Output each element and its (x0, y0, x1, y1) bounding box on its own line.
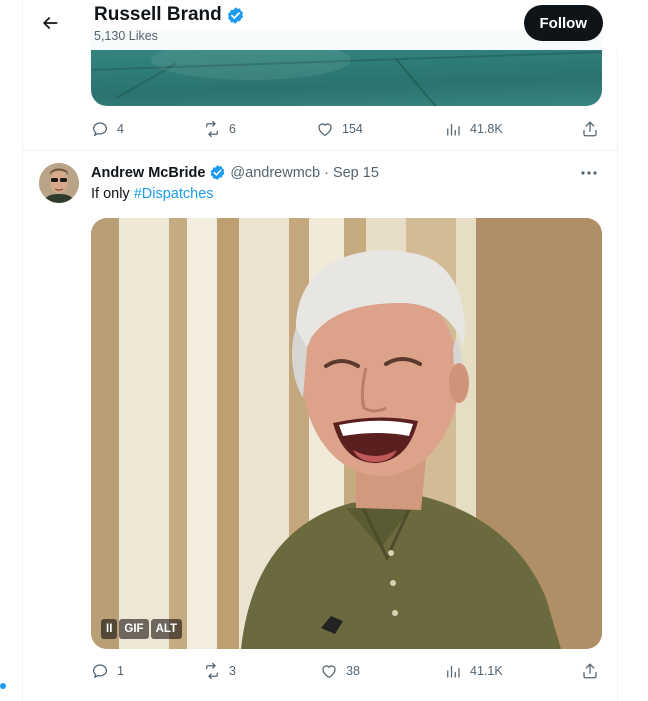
hashtag-link[interactable]: #Dispatches (134, 186, 214, 202)
retweet-count: 3 (229, 664, 236, 678)
author-handle[interactable]: @andrewmcb (230, 165, 320, 181)
tweet-date[interactable]: Sep 15 (333, 165, 379, 181)
gif-badge: GIF (119, 619, 149, 639)
profile-header: Russell Brand 5,130 Likes Follow (23, 0, 619, 50)
tweet-divider (23, 150, 619, 151)
retweet-button[interactable]: 3 (203, 660, 236, 682)
profile-name: Russell Brand (94, 4, 245, 26)
meta-separator: · (324, 164, 329, 181)
share-button[interactable] (581, 660, 599, 682)
views-button[interactable]: 41.1K (444, 660, 503, 682)
avatar[interactable] (39, 163, 79, 203)
unread-indicator (0, 683, 6, 689)
views-count: 41.8K (470, 122, 503, 136)
pause-button[interactable]: II (101, 619, 118, 639)
tweet-header: Andrew McBride @andrewmcb · Sep 15 (91, 164, 379, 181)
views-count: 41.1K (470, 664, 503, 678)
retweet-button[interactable]: 6 (203, 118, 236, 140)
retweet-icon (206, 662, 218, 680)
author-name[interactable]: Andrew McBride (91, 165, 205, 181)
like-button[interactable]: 38 (320, 660, 360, 682)
reply-icon (92, 664, 108, 679)
reply-button[interactable]: 4 (91, 118, 124, 140)
profile-name-text: Russell Brand (94, 4, 222, 25)
like-icon (318, 123, 332, 137)
views-icon (447, 665, 460, 678)
tweet-text-body: If only (91, 186, 130, 202)
gif-frame-person (241, 250, 561, 649)
more-options-button[interactable] (577, 163, 601, 183)
reply-icon (92, 122, 108, 137)
like-count: 154 (342, 122, 363, 136)
gif-badges: II GIF ALT (101, 619, 183, 639)
like-icon (322, 665, 336, 679)
like-count: 38 (346, 664, 360, 678)
tweet-actions: 1 3 38 41.1K (91, 660, 602, 682)
verified-badge-icon (211, 165, 225, 180)
tweet-text: If only #Dispatches (91, 186, 214, 202)
reply-button[interactable]: 1 (91, 660, 124, 682)
share-button[interactable] (581, 118, 599, 140)
reply-count: 4 (117, 122, 124, 136)
tweet-actions: 4 6 154 41.8K (91, 118, 602, 140)
profile-likes-count: 5,130 Likes (94, 29, 158, 43)
views-icon (447, 123, 460, 136)
timeline-column: Russell Brand 5,130 Likes Follow 4 6 154… (22, 0, 619, 701)
retweet-icon (206, 120, 218, 138)
like-button[interactable]: 154 (316, 118, 363, 140)
follow-button[interactable]: Follow (523, 5, 603, 41)
reply-count: 1 (117, 664, 124, 678)
more-icon (581, 171, 597, 175)
back-button[interactable] (35, 8, 65, 38)
share-icon (583, 663, 597, 679)
share-icon (583, 121, 597, 137)
alt-text-button[interactable]: ALT (150, 619, 183, 639)
verified-badge-icon (227, 6, 243, 24)
retweet-count: 6 (229, 122, 236, 136)
tweet-media-gif[interactable]: II GIF ALT (91, 218, 602, 649)
views-button[interactable]: 41.8K (444, 118, 503, 140)
back-arrow-icon (43, 17, 58, 29)
